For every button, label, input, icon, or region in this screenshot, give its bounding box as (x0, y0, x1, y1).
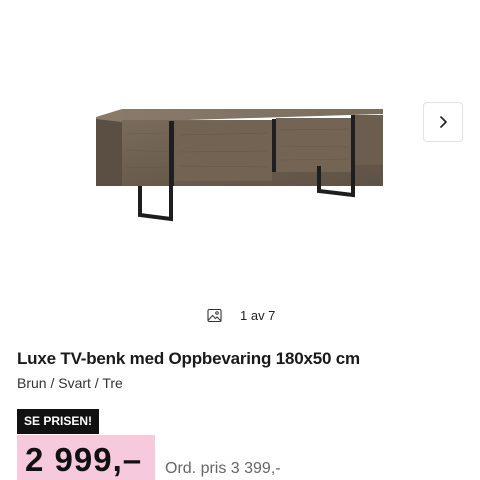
original-price: Ord. pris 3 399,- (165, 460, 281, 477)
product-image[interactable] (0, 0, 480, 300)
chevron-right-icon (440, 116, 447, 128)
image-icon (207, 308, 222, 322)
product-gallery (0, 0, 480, 300)
product-title: Luxe TV-benk med Oppbevaring 180x50 cm (17, 349, 360, 368)
image-counter-text: 1 av 7 (240, 307, 276, 323)
price-badge: SE PRISEN! (17, 409, 100, 434)
next-image-button[interactable] (423, 102, 463, 142)
image-counter: 1 av 7 (207, 306, 275, 324)
current-price: 2 999,– (25, 441, 143, 478)
product-variant: Brun / Svart / Tre (17, 375, 123, 391)
